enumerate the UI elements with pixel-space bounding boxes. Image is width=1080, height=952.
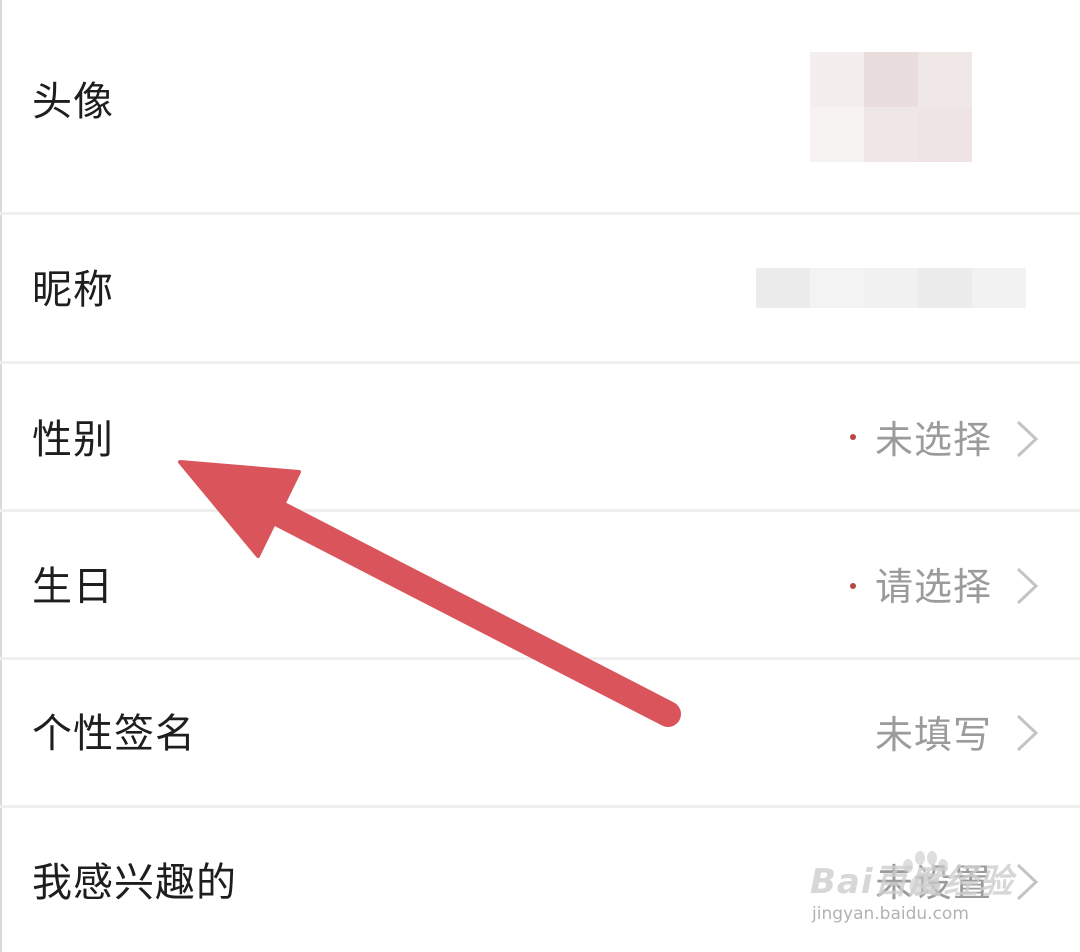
row-gender-label: 性别 xyxy=(32,417,114,463)
required-dot xyxy=(850,434,856,440)
row-signature-label: 个性签名 xyxy=(32,711,196,757)
row-nickname-label: 昵称 xyxy=(32,267,114,313)
row-signature[interactable]: 个性签名 未填写 xyxy=(0,660,1080,806)
row-gender-value: 未选择 xyxy=(874,418,992,462)
row-birthday-label: 生日 xyxy=(32,564,114,610)
chevron-right-icon xyxy=(1016,567,1039,605)
row-signature-value: 未填写 xyxy=(874,713,992,757)
avatar[interactable] xyxy=(810,52,972,162)
row-avatar[interactable]: 头像 xyxy=(0,0,1080,214)
watermark-main: Bai百度经验 xyxy=(810,862,1014,902)
watermark: Bai百度经验 jingyan.baidu.com xyxy=(810,850,1040,930)
required-dot xyxy=(850,583,856,589)
profile-settings-screen: 头像 昵称 性别 未选择 生日 请选择 个性签名 未填写 我感兴趣的 Bai百度… xyxy=(0,0,1080,952)
row-interests-label: 我感兴趣的 xyxy=(32,860,237,906)
chevron-right-icon xyxy=(1016,714,1039,752)
row-birthday[interactable]: 生日 请选择 xyxy=(0,512,1080,658)
watermark-sub: jingyan.baidu.com xyxy=(812,904,969,924)
nickname-value xyxy=(756,268,1026,308)
row-birthday-value: 请选择 xyxy=(874,565,992,609)
row-nickname[interactable]: 昵称 xyxy=(0,215,1080,361)
chevron-right-icon xyxy=(1016,420,1039,458)
row-gender[interactable]: 性别 未选择 xyxy=(0,364,1080,510)
row-avatar-label: 头像 xyxy=(32,79,114,125)
